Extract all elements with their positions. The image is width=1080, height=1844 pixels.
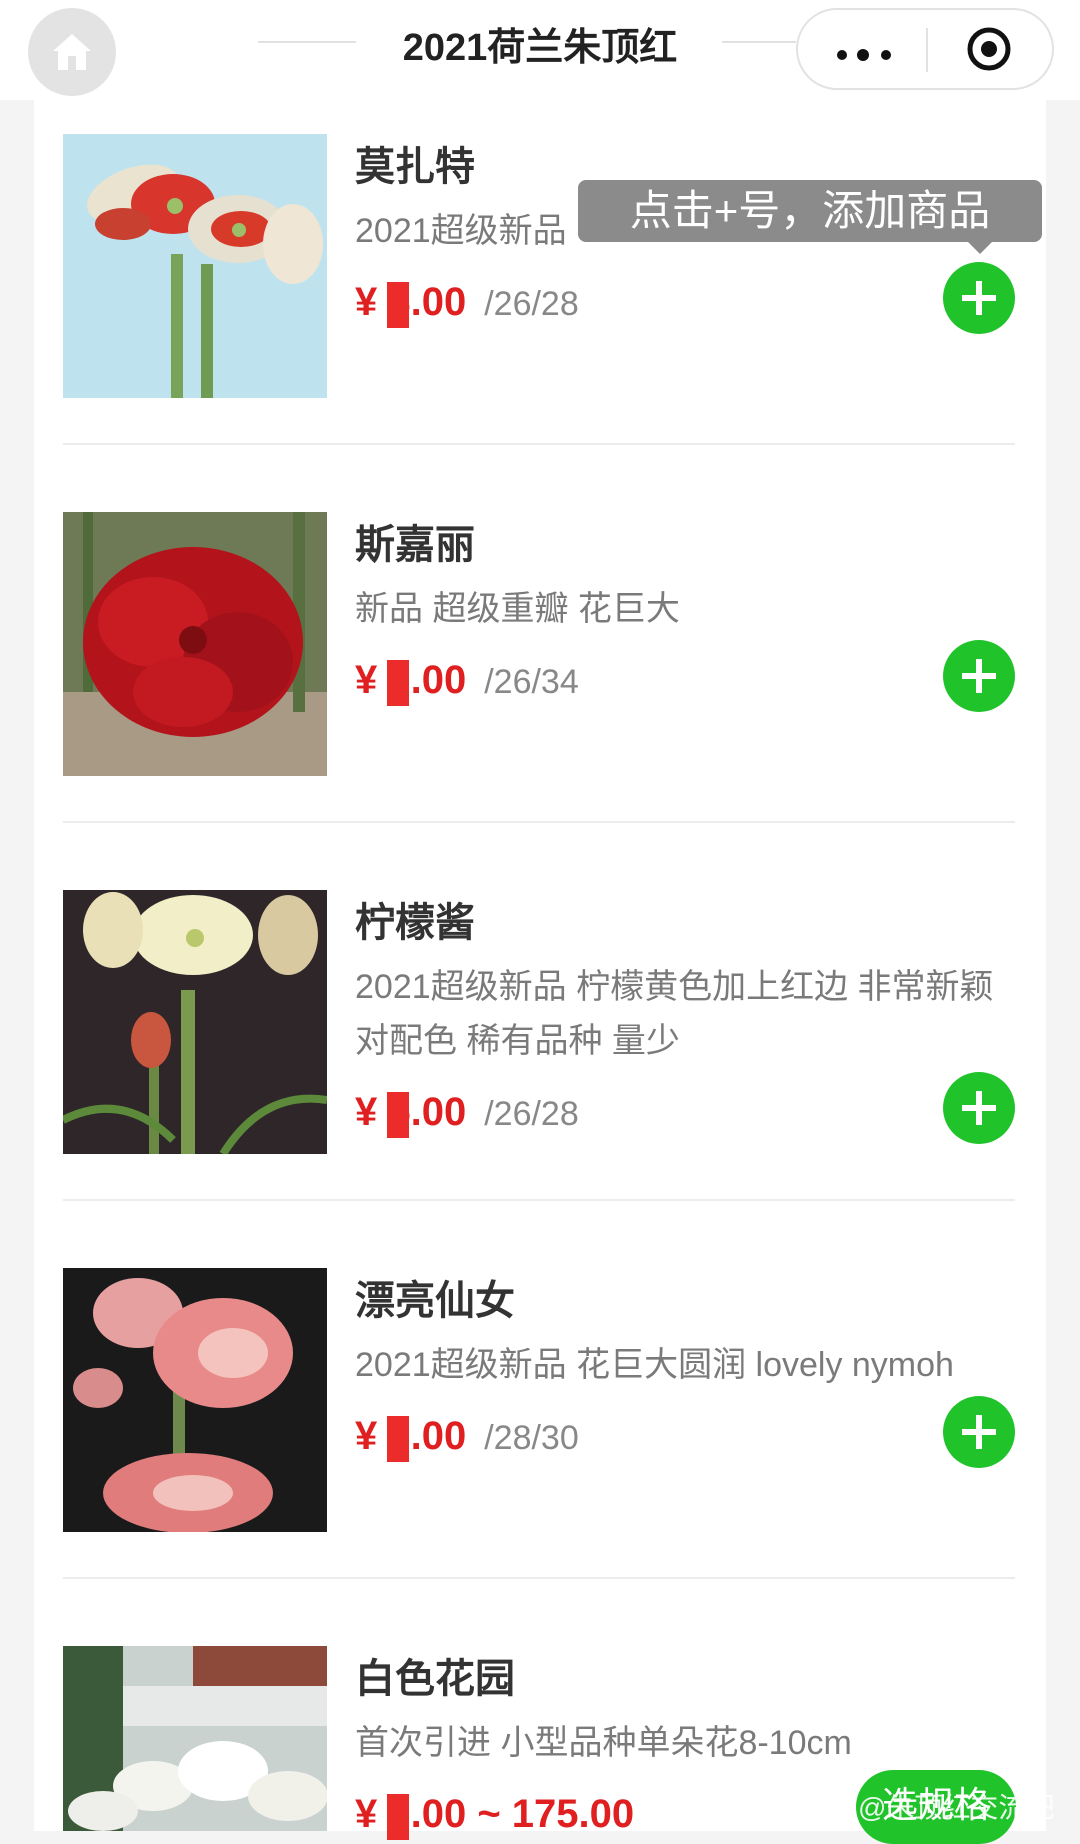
price-redaction	[387, 1794, 409, 1840]
product-price: ¥ 5.00	[355, 1090, 466, 1138]
product-price: ¥ 0.00	[355, 1414, 466, 1462]
product-spec: /26/28	[484, 1095, 579, 1133]
add-to-cart-button[interactable]	[943, 1396, 1015, 1468]
product-image	[63, 890, 327, 1154]
miniprogram-capsule	[796, 8, 1054, 90]
plus-icon	[962, 1091, 996, 1125]
product-item[interactable]: 斯嘉丽 新品 超级重瓣 花巨大 ¥ 0.00/26/34	[63, 512, 1015, 776]
capsule-divider	[926, 28, 928, 72]
product-price: ¥ 8.00	[355, 280, 466, 328]
product-image	[63, 134, 327, 398]
divider	[63, 443, 1015, 445]
add-to-cart-button[interactable]	[943, 640, 1015, 712]
product-spec: /26/34	[484, 663, 579, 701]
product-price: ¥ 0.00 ~ 175.00	[355, 1792, 634, 1840]
product-image	[63, 1268, 327, 1532]
product-desc: 2021超级新品 花巨大圆润 lovely nymoh	[355, 1346, 954, 1384]
product-name: 莫扎特	[355, 145, 475, 189]
add-to-cart-button[interactable]	[943, 262, 1015, 334]
nav-bar: 2021荷兰朱顶红	[0, 0, 1080, 100]
product-name: 斯嘉丽	[355, 523, 475, 567]
price-row: ¥ 8.00/26/28	[355, 280, 579, 328]
product-name: 柠檬酱	[355, 901, 475, 945]
target-icon[interactable]	[966, 26, 1012, 72]
product-item[interactable]: 漂亮仙女 2021超级新品 花巨大圆润 lovely nymoh ¥ 0.00/…	[63, 1268, 1015, 1532]
product-item[interactable]: 莫扎特 2021超级新品 ¥ 8.00/26/28	[63, 134, 1015, 398]
product-spec: /28/30	[484, 1419, 579, 1457]
more-button[interactable]	[836, 48, 896, 61]
title-line-right	[722, 41, 796, 43]
tooltip-arrow	[968, 242, 992, 254]
product-price: ¥ 0.00	[355, 658, 466, 706]
product-name: 白色花园	[355, 1657, 515, 1701]
price-row: ¥ 0.00 ~ 175.00	[355, 1792, 634, 1840]
price-row: ¥ 0.00/28/30	[355, 1414, 579, 1462]
add-to-cart-button[interactable]	[943, 1072, 1015, 1144]
divider	[63, 821, 1015, 823]
divider	[63, 1577, 1015, 1579]
watermark: @朱顶红交流吧	[858, 1792, 1055, 1823]
home-button[interactable]	[28, 8, 116, 96]
page-title: 2021荷兰朱顶红	[402, 27, 678, 69]
more-dots-icon	[837, 49, 891, 61]
price-redaction	[387, 660, 409, 706]
add-hint-tooltip: 点击+号，添加商品	[578, 180, 1042, 242]
product-desc: 首次引进 小型品种单朵花8-10cm	[355, 1724, 852, 1762]
plus-icon	[962, 281, 996, 315]
product-item[interactable]: 柠檬酱 2021超级新品 柠檬黄色加上红边 非常新颖对配色 稀有品种 量少 ¥ …	[63, 890, 1015, 1154]
product-desc: 新品 超级重瓣 花巨大	[355, 590, 680, 628]
price-redaction	[387, 1092, 409, 1138]
price-redaction	[387, 282, 409, 328]
home-icon	[53, 34, 91, 70]
plus-icon	[962, 1415, 996, 1449]
product-image	[63, 1646, 327, 1831]
price-redaction	[387, 1416, 409, 1462]
price-row: ¥ 0.00/26/34	[355, 658, 579, 706]
price-row: ¥ 5.00/26/28	[355, 1090, 579, 1138]
product-name: 漂亮仙女	[355, 1279, 515, 1323]
product-desc: 2021超级新品 柠檬黄色加上红边 非常新颖对配色 稀有品种 量少	[355, 968, 994, 1060]
divider	[63, 1199, 1015, 1201]
product-image	[63, 512, 327, 776]
product-spec: /26/28	[484, 285, 579, 323]
plus-icon	[962, 659, 996, 693]
